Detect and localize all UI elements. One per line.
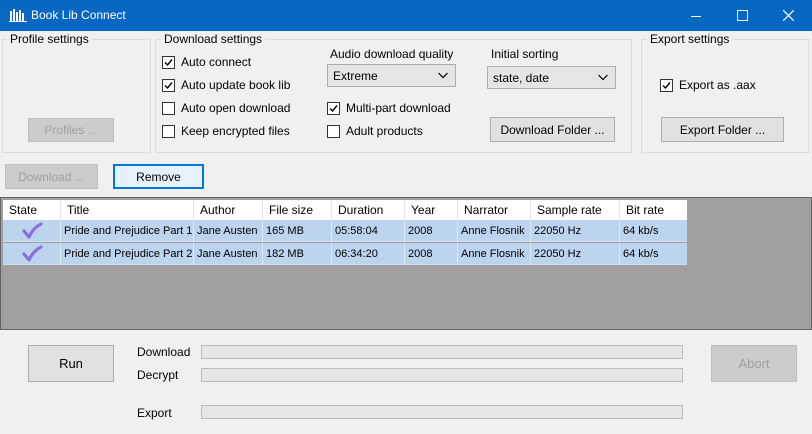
- checkbox-box: [327, 101, 340, 115]
- audio-quality-label: Audio download quality: [330, 47, 454, 61]
- author-cell: Jane Austen: [194, 243, 263, 265]
- column-header-narrator[interactable]: Narrator: [458, 200, 531, 220]
- decrypt-progress-bar: [201, 368, 683, 382]
- file-size-cell: 182 MB: [263, 243, 332, 265]
- keep-encrypted-files-label: Keep encrypted files: [181, 124, 290, 138]
- auto-open-download-checkbox[interactable]: Auto open download: [162, 100, 290, 116]
- maximize-icon: [736, 10, 748, 21]
- checkbox-box: [660, 78, 673, 92]
- column-header-state[interactable]: State: [3, 200, 61, 220]
- state-cell: [3, 243, 61, 265]
- column-header-file-size[interactable]: File size: [263, 200, 332, 220]
- checkbox-box: [162, 55, 175, 69]
- chevron-down-icon: [438, 72, 448, 79]
- chevron-down-icon: [598, 74, 608, 81]
- auto-update-book-lib-checkbox[interactable]: Auto update book lib: [162, 77, 290, 93]
- title-cell: Pride and Prejudice Part 1: [61, 220, 194, 242]
- minimize-button[interactable]: [673, 0, 719, 31]
- decrypt-progress-label: Decrypt: [137, 368, 179, 382]
- auto-update-book-lib-label: Auto update book lib: [181, 78, 291, 92]
- title-bar[interactable]: Book Lib Connect: [0, 0, 812, 31]
- checkbox-box: [162, 124, 175, 138]
- download-button[interactable]: Download ...: [5, 164, 98, 189]
- multi-part-download-label: Multi-part download: [346, 101, 451, 115]
- file-size-cell: 165 MB: [263, 220, 332, 242]
- profile-settings-title: Profile settings: [7, 32, 92, 46]
- audio-quality-select[interactable]: Extreme: [327, 64, 456, 87]
- checkmark-icon: [329, 104, 338, 112]
- checkmark-icon: [164, 81, 173, 89]
- minimize-icon: [691, 15, 701, 17]
- app-icon: [9, 9, 27, 22]
- table-row[interactable]: Pride and Prejudice Part 2 Jane Austen 1…: [3, 243, 687, 265]
- download-settings-title: Download settings: [161, 32, 266, 46]
- table-row[interactable]: Pride and Prejudice Part 1 Jane Austen 1…: [3, 220, 687, 242]
- remove-button[interactable]: Remove: [113, 164, 204, 189]
- column-header-year[interactable]: Year: [405, 200, 458, 220]
- duration-cell: 05:58:04: [332, 220, 405, 242]
- checkmark-icon: [662, 81, 671, 89]
- checkbox-box: [327, 124, 340, 138]
- checkbox-box: [162, 101, 175, 115]
- adult-products-label: Adult products: [346, 124, 423, 138]
- export-settings-title: Export settings: [647, 32, 733, 46]
- download-progress-label: Download: [137, 345, 191, 359]
- checkmark-icon: [164, 58, 173, 66]
- multi-part-download-checkbox[interactable]: Multi-part download: [327, 100, 451, 116]
- maximize-button[interactable]: [719, 0, 765, 31]
- year-cell: 2008: [405, 220, 458, 242]
- check-icon: [21, 222, 43, 239]
- export-progress-label: Export: [137, 406, 172, 420]
- check-icon: [21, 245, 43, 262]
- column-header-author[interactable]: Author: [194, 200, 263, 220]
- bit-rate-cell: 64 kb/s: [623, 248, 659, 260]
- run-button[interactable]: Run: [28, 345, 114, 382]
- export-as-aax-checkbox[interactable]: Export as .aax: [660, 77, 756, 93]
- book-list-table[interactable]: State Title Author File size Duration Ye…: [0, 197, 812, 330]
- auto-connect-checkbox[interactable]: Auto connect: [162, 54, 251, 70]
- export-folder-button[interactable]: Export Folder ...: [661, 117, 784, 142]
- state-cell: [3, 220, 61, 242]
- auto-open-download-label: Auto open download: [181, 101, 291, 115]
- window-title: Book Lib Connect: [31, 8, 126, 22]
- narrator-cell: Anne Flosnik: [458, 220, 531, 242]
- abort-button[interactable]: Abort: [711, 345, 797, 382]
- export-as-aax-label: Export as .aax: [679, 78, 756, 92]
- keep-encrypted-files-checkbox[interactable]: Keep encrypted files: [162, 123, 290, 139]
- table-header: State Title Author File size Duration Ye…: [3, 200, 687, 220]
- checkbox-box: [162, 78, 175, 92]
- column-header-sample-rate[interactable]: Sample rate: [531, 200, 620, 220]
- auto-connect-label: Auto connect: [181, 55, 252, 69]
- export-progress-bar: [201, 405, 683, 419]
- adult-products-checkbox[interactable]: Adult products: [327, 123, 423, 139]
- profiles-button[interactable]: Profiles ...: [28, 118, 114, 142]
- audio-quality-value: Extreme: [333, 68, 378, 83]
- initial-sorting-select[interactable]: state, date: [487, 66, 616, 89]
- column-header-duration[interactable]: Duration: [332, 200, 405, 220]
- close-icon: [782, 10, 794, 21]
- download-progress-bar: [201, 345, 683, 359]
- bit-rate-cell: 64 kb/s: [623, 225, 659, 237]
- sample-rate-cell: 22050 Hz: [531, 220, 620, 242]
- sample-rate-cell: 22050 Hz: [531, 243, 620, 265]
- initial-sorting-value: state, date: [493, 70, 550, 85]
- title-cell: Pride and Prejudice Part 2: [61, 243, 194, 265]
- column-header-title[interactable]: Title: [61, 200, 194, 220]
- close-button[interactable]: [765, 0, 811, 31]
- column-header-bit-rate[interactable]: Bit rate: [620, 200, 687, 220]
- download-folder-button[interactable]: Download Folder ...: [490, 117, 615, 142]
- initial-sorting-label: Initial sorting: [491, 47, 559, 61]
- year-cell: 2008: [405, 243, 458, 265]
- narrator-cell: Anne Flosnik: [458, 243, 531, 265]
- author-cell: Jane Austen: [194, 220, 263, 242]
- duration-cell: 06:34:20: [332, 243, 405, 265]
